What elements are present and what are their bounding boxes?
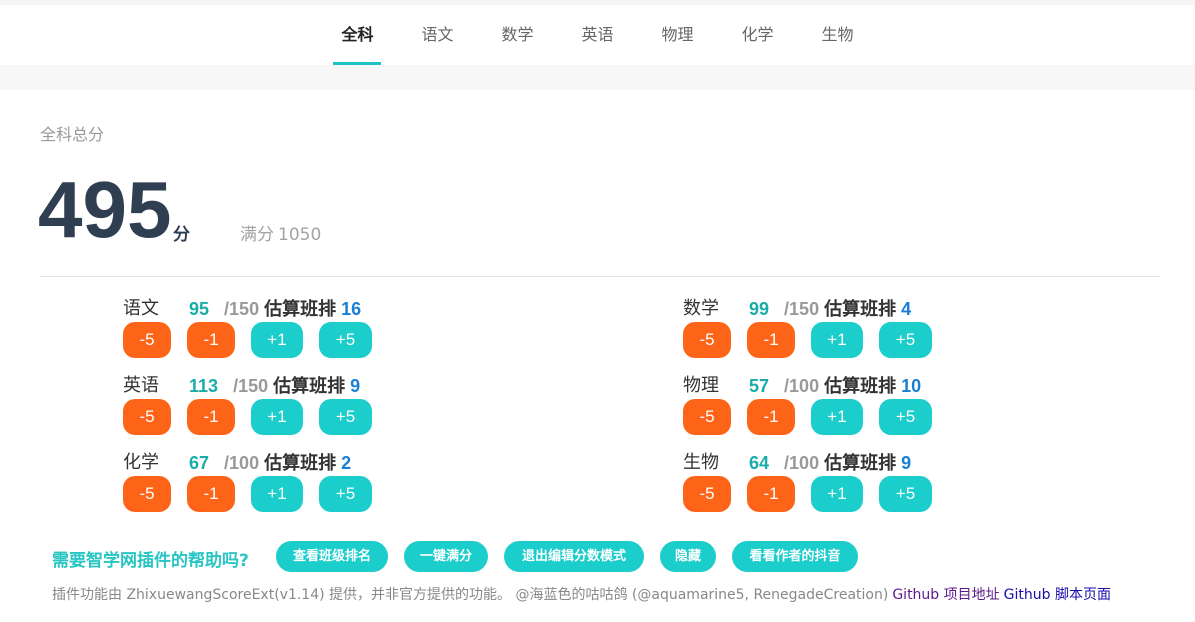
subject-rank: 9	[350, 376, 361, 396]
one-click-full-score-button[interactable]: 一键满分	[404, 541, 488, 572]
github-project-link[interactable]: Github 项目地址	[892, 587, 999, 603]
subject-name: 英语	[123, 375, 159, 396]
subject-name: 物理	[683, 375, 719, 396]
subject-max: /100	[784, 453, 820, 473]
plus-1-button[interactable]: +1	[811, 322, 863, 358]
plus-5-button[interactable]: +5	[319, 399, 372, 435]
footer-text: 插件功能由 ZhixuewangScoreExt(v1.14) 提供，并非官方提…	[52, 587, 889, 603]
plus-1-button[interactable]: +1	[251, 476, 303, 512]
minus-5-button[interactable]: -5	[683, 476, 731, 512]
plus-5-button[interactable]: +5	[319, 322, 372, 358]
minus-1-button[interactable]: -1	[747, 399, 795, 435]
subject-score: 57	[749, 376, 770, 396]
tab-math[interactable]: 数学	[493, 5, 541, 65]
subject-score-line: 95 /150 估算班排 16	[189, 298, 361, 320]
hide-button[interactable]: 隐藏	[660, 541, 716, 572]
tab-all[interactable]: 全科	[333, 5, 382, 65]
subject-score-line: 113 /150 估算班排 9	[189, 375, 360, 397]
tab-english[interactable]: 英语	[573, 5, 621, 65]
full-mark-label: 满分	[240, 225, 274, 245]
total-score-value: 495	[38, 165, 172, 254]
full-mark: 满分 1050	[236, 220, 321, 245]
minus-5-button[interactable]: -5	[683, 322, 731, 358]
subject-max: /150	[224, 299, 260, 319]
subject-max: /150	[233, 376, 269, 396]
tab-chemistry[interactable]: 化学	[734, 5, 782, 65]
total-score-unit: 分	[173, 225, 190, 245]
minus-1-button[interactable]: -1	[187, 322, 235, 358]
subject-score-line: 64 /100 估算班排 9	[749, 452, 911, 474]
subject-chinese: 语文 95 /150 估算班排 16 -5 -1 +1 +5	[123, 298, 443, 364]
rank-label: 估算班排	[824, 299, 897, 320]
rank-label: 估算班排	[264, 453, 337, 474]
rank-label: 估算班排	[273, 376, 346, 397]
divider	[40, 276, 1160, 277]
subject-biology: 生物 64 /100 估算班排 9 -5 -1 +1 +5	[683, 452, 1003, 518]
subject-max: /100	[784, 376, 820, 396]
subject-score: 99	[749, 299, 770, 319]
minus-5-button[interactable]: -5	[123, 476, 171, 512]
plus-5-button[interactable]: +5	[879, 476, 932, 512]
total-score-label: 全科总分	[40, 125, 105, 144]
subject-rank: 10	[901, 376, 922, 396]
plus-5-button[interactable]: +5	[879, 322, 932, 358]
rank-label: 估算班排	[824, 376, 897, 397]
subject-math: 数学 99 /150 估算班排 4 -5 -1 +1 +5	[683, 298, 1003, 364]
subject-name: 化学	[123, 452, 159, 473]
plus-5-button[interactable]: +5	[879, 399, 932, 435]
plus-1-button[interactable]: +1	[251, 399, 303, 435]
minus-5-button[interactable]: -5	[123, 399, 171, 435]
tab-biology[interactable]: 生物	[814, 5, 862, 65]
separator-band	[0, 65, 1195, 90]
exit-edit-mode-button[interactable]: 退出编辑分数模式	[504, 541, 644, 572]
subject-score: 95	[189, 299, 210, 319]
subject-english: 英语 113 /150 估算班排 9 -5 -1 +1 +5	[123, 375, 443, 441]
github-script-link[interactable]: Github 脚本页面	[1004, 587, 1111, 603]
footer-note: 插件功能由 ZhixuewangScoreExt(v1.14) 提供，并非官方提…	[52, 584, 1111, 604]
minus-1-button[interactable]: -1	[747, 476, 795, 512]
plus-1-button[interactable]: +1	[251, 322, 303, 358]
help-prompt: 需要智学网插件的帮助吗?	[52, 551, 249, 571]
subject-score: 64	[749, 453, 770, 473]
tab-chinese[interactable]: 语文	[413, 5, 461, 65]
minus-1-button[interactable]: -1	[187, 476, 235, 512]
subject-rank: 4	[901, 299, 912, 319]
subject-score-line: 99 /150 估算班排 4	[749, 298, 911, 320]
subject-max: /100	[224, 453, 260, 473]
subject-name: 语文	[123, 298, 159, 319]
minus-5-button[interactable]: -5	[683, 399, 731, 435]
minus-5-button[interactable]: -5	[123, 322, 171, 358]
subject-rank: 9	[901, 453, 912, 473]
rank-label: 估算班排	[824, 453, 897, 474]
tab-physics[interactable]: 物理	[654, 5, 702, 65]
subject-rank: 16	[341, 299, 362, 319]
subject-tabs: 全科 语文 数学 英语 物理 化学 生物	[0, 5, 1195, 65]
subject-score: 113	[189, 376, 219, 396]
plus-5-button[interactable]: +5	[319, 476, 372, 512]
subject-score-line: 57 /100 估算班排 10	[749, 375, 921, 397]
subject-score: 67	[189, 453, 210, 473]
rank-label: 估算班排	[264, 299, 337, 320]
plus-1-button[interactable]: +1	[811, 399, 863, 435]
view-class-rank-button[interactable]: 查看班级排名	[276, 541, 388, 572]
subject-score-line: 67 /100 估算班排 2	[189, 452, 351, 474]
subject-chemistry: 化学 67 /100 估算班排 2 -5 -1 +1 +5	[123, 452, 443, 518]
full-mark-value: 1050	[278, 225, 322, 245]
subject-name: 生物	[683, 452, 719, 473]
minus-1-button[interactable]: -1	[187, 399, 235, 435]
subject-max: /150	[784, 299, 820, 319]
subject-rank: 2	[341, 453, 352, 473]
minus-1-button[interactable]: -1	[747, 322, 795, 358]
subject-name: 数学	[683, 298, 719, 319]
author-douyin-button[interactable]: 看看作者的抖音	[732, 541, 858, 572]
plus-1-button[interactable]: +1	[811, 476, 863, 512]
subject-physics: 物理 57 /100 估算班排 10 -5 -1 +1 +5	[683, 375, 1003, 441]
